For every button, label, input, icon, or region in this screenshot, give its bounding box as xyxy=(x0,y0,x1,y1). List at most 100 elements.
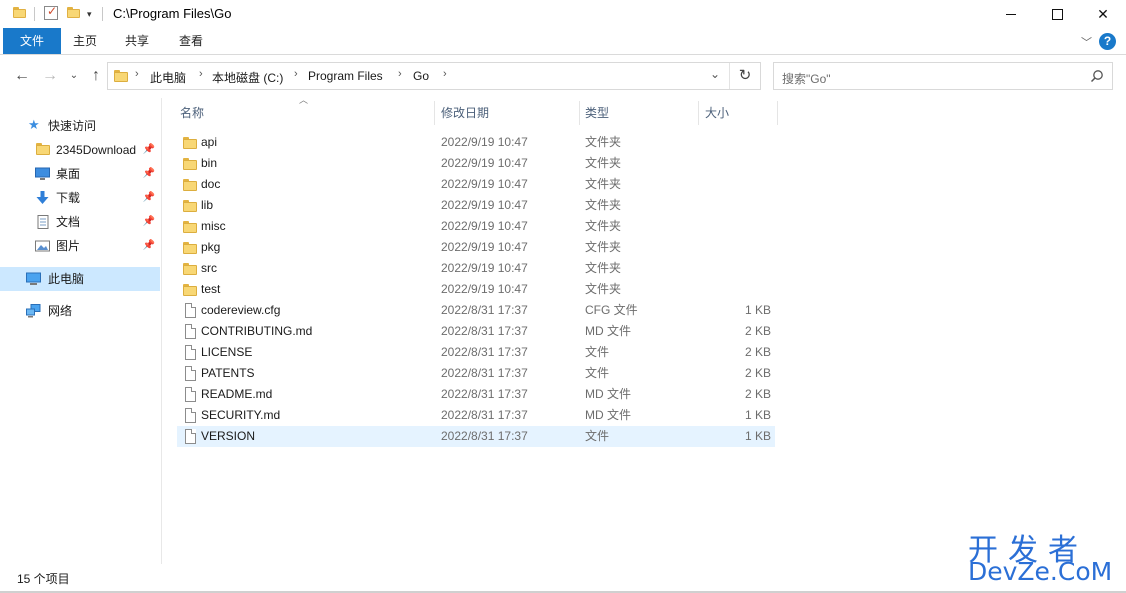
properties-icon[interactable] xyxy=(44,4,58,20)
customize-toolbar-icon[interactable]: ▾ xyxy=(87,9,92,20)
breadcrumb-this-pc[interactable]: 此电脑 xyxy=(150,69,186,86)
breadcrumb-go[interactable]: Go xyxy=(413,69,429,83)
sidebar-item-this-pc[interactable]: 此电脑 xyxy=(0,267,160,291)
file-row[interactable]: VERSION 2022/8/31 17:37 文件 1 KB xyxy=(177,426,775,447)
download-arrow-icon xyxy=(36,191,49,204)
pin-icon[interactable]: 📌 xyxy=(143,186,155,210)
file-type: CFG 文件 xyxy=(585,303,638,317)
help-icon[interactable]: ? xyxy=(1099,33,1116,50)
chevron-right-icon[interactable]: › xyxy=(199,68,203,80)
file-size: 1 KB xyxy=(744,429,771,443)
file-date: 2022/9/19 10:47 xyxy=(441,135,528,149)
tab-share[interactable]: 共享 xyxy=(116,28,158,54)
column-header-date[interactable]: 修改日期 xyxy=(437,101,580,125)
file-row[interactable]: README.md 2022/8/31 17:37 MD 文件 2 KB xyxy=(177,384,775,405)
watermark-text: DevZe.CoM xyxy=(968,557,1113,586)
file-name: PATENTS xyxy=(201,366,255,380)
file-type: MD 文件 xyxy=(585,387,631,401)
refresh-button[interactable]: ↻ xyxy=(729,63,760,89)
file-date: 2022/8/31 17:37 xyxy=(441,429,528,443)
minimize-button[interactable] xyxy=(988,0,1034,28)
pin-icon[interactable]: 📌 xyxy=(143,210,155,234)
file-row[interactable]: SECURITY.md 2022/8/31 17:37 MD 文件 1 KB xyxy=(177,405,775,426)
file-row[interactable]: src 2022/9/19 10:47 文件夹 xyxy=(177,258,775,279)
file-name: src xyxy=(201,261,217,275)
file-icon xyxy=(185,303,199,318)
folder-icon xyxy=(183,158,197,173)
column-header-size[interactable]: 大小 xyxy=(701,101,778,125)
document-icon xyxy=(37,215,49,229)
file-row[interactable]: LICENSE 2022/8/31 17:37 文件 2 KB xyxy=(177,342,775,363)
sidebar-item-label: 图片 xyxy=(56,239,81,253)
file-size: 1 KB xyxy=(744,303,771,317)
recent-locations-button[interactable]: ⌄ xyxy=(63,66,85,86)
file-name: LICENSE xyxy=(201,345,253,359)
tab-view[interactable]: 查看 xyxy=(170,28,212,54)
sidebar-item-network[interactable]: 网络 xyxy=(0,299,160,323)
search-box[interactable]: 搜索"Go" xyxy=(773,62,1113,90)
address-bar[interactable]: › 此电脑 › 本地磁盘 (C:) › Program Files › Go ›… xyxy=(107,62,761,90)
file-name: test xyxy=(201,282,221,296)
sidebar-item-quick-access[interactable]: ★ 快速访问 xyxy=(0,114,160,138)
star-icon: ★ xyxy=(28,117,40,132)
chevron-right-icon[interactable]: › xyxy=(398,68,402,80)
file-row[interactable]: PATENTS 2022/8/31 17:37 文件 2 KB xyxy=(177,363,775,384)
maximize-button[interactable] xyxy=(1034,0,1080,28)
pin-icon[interactable]: 📌 xyxy=(143,138,155,162)
navigation-pane: ★ 快速访问 2345Download 📌 桌面 📌 下载 📌 文档 📌 图片 … xyxy=(0,98,162,564)
tab-home[interactable]: 主页 xyxy=(64,28,106,54)
breadcrumb-program-files[interactable]: Program Files xyxy=(308,69,383,83)
file-date: 2022/8/31 17:37 xyxy=(441,324,528,338)
file-type: 文件 xyxy=(585,345,610,359)
sidebar-item-label: 文档 xyxy=(56,215,81,229)
pin-icon[interactable]: 📌 xyxy=(143,162,155,186)
column-header-name[interactable]: 名称 xyxy=(176,101,435,125)
search-icon xyxy=(1090,70,1103,83)
expand-ribbon-icon[interactable]: ﹀ xyxy=(1081,34,1092,50)
item-count: 15 个项目 xyxy=(17,572,70,586)
up-button[interactable]: ↑ xyxy=(85,66,107,86)
file-size: 2 KB xyxy=(744,345,771,359)
sidebar-item-desktop[interactable]: 桌面 📌 xyxy=(0,162,160,186)
tab-file[interactable]: 文件 xyxy=(3,28,61,54)
back-button[interactable]: ← xyxy=(11,66,33,86)
chevron-down-icon[interactable]: ⌄ xyxy=(710,67,720,81)
file-row[interactable]: bin 2022/9/19 10:47 文件夹 xyxy=(177,153,775,174)
folder-icon xyxy=(183,179,197,194)
file-row[interactable]: doc 2022/9/19 10:47 文件夹 xyxy=(177,174,775,195)
new-folder-icon[interactable] xyxy=(67,7,80,18)
file-type: MD 文件 xyxy=(585,324,631,338)
file-row[interactable]: codereview.cfg 2022/8/31 17:37 CFG 文件 1 KB xyxy=(177,300,775,321)
column-header-type[interactable]: 类型 xyxy=(581,101,699,125)
file-row[interactable]: lib 2022/9/19 10:47 文件夹 xyxy=(177,195,775,216)
file-row[interactable]: test 2022/9/19 10:47 文件夹 xyxy=(177,279,775,300)
sidebar-item-label: 此电脑 xyxy=(48,272,85,286)
file-type: 文件夹 xyxy=(585,156,622,170)
file-icon xyxy=(185,429,199,444)
chevron-right-icon[interactable]: › xyxy=(294,68,298,80)
file-row[interactable]: api 2022/9/19 10:47 文件夹 xyxy=(177,132,775,153)
file-name: SECURITY.md xyxy=(201,408,281,422)
breadcrumb-local-disk[interactable]: 本地磁盘 (C:) xyxy=(212,69,283,86)
file-row[interactable]: misc 2022/9/19 10:47 文件夹 xyxy=(177,216,775,237)
forward-button[interactable]: → xyxy=(39,66,61,86)
sidebar-item-label: 网络 xyxy=(48,304,73,318)
sidebar-item-documents[interactable]: 文档 📌 xyxy=(0,210,160,234)
close-button[interactable]: ✕ xyxy=(1080,0,1126,28)
network-icon xyxy=(26,304,41,318)
sidebar-item-pictures[interactable]: 图片 📌 xyxy=(0,234,160,258)
file-name: VERSION xyxy=(201,429,256,443)
sidebar-item-2345download[interactable]: 2345Download 📌 xyxy=(0,138,160,162)
desktop-icon xyxy=(35,167,50,180)
file-size: 2 KB xyxy=(744,387,771,401)
file-row[interactable]: CONTRIBUTING.md 2022/8/31 17:37 MD 文件 2 KB xyxy=(177,321,775,342)
sidebar-item-downloads[interactable]: 下载 📌 xyxy=(0,186,160,210)
file-row[interactable]: pkg 2022/9/19 10:47 文件夹 xyxy=(177,237,775,258)
chevron-right-icon[interactable]: › xyxy=(443,68,447,80)
file-type: 文件夹 xyxy=(585,240,622,254)
file-date: 2022/8/31 17:37 xyxy=(441,345,528,359)
search-input[interactable]: 搜索"Go" xyxy=(782,70,831,87)
file-icon xyxy=(185,408,199,423)
file-type: 文件夹 xyxy=(585,135,622,149)
pin-icon[interactable]: 📌 xyxy=(143,234,155,258)
